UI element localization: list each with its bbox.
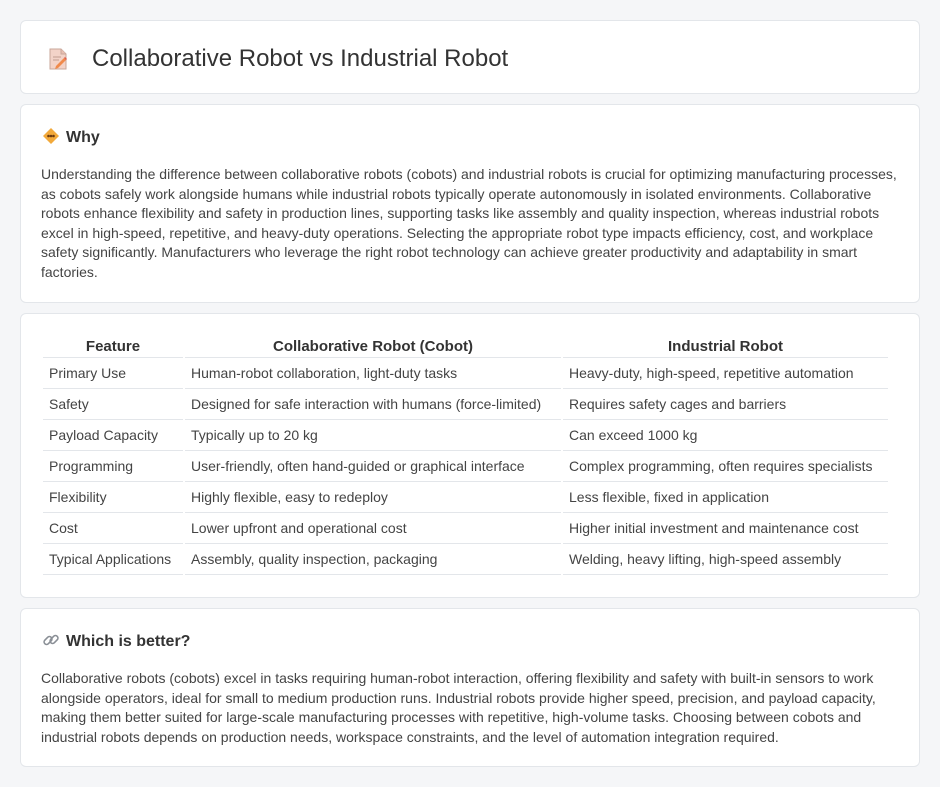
column-header-feature: Feature [43, 336, 183, 358]
table-cell: Typically up to 20 kg [185, 420, 561, 451]
which-is-better-section: Which is better? Collaborative robots (c… [20, 608, 920, 767]
table-cell: Welding, heavy lifting, high-speed assem… [563, 544, 888, 575]
table-cell: Assembly, quality inspection, packaging [185, 544, 561, 575]
link-icon [43, 634, 59, 646]
table-row: Typical Applications Assembly, quality i… [43, 544, 888, 575]
column-header-cobot: Collaborative Robot (Cobot) [185, 336, 561, 358]
comparison-table: Feature Collaborative Robot (Cobot) Indu… [41, 336, 890, 575]
column-header-industrial: Industrial Robot [563, 336, 888, 358]
title-card: Collaborative Robot vs Industrial Robot [20, 20, 920, 94]
table-cell: Programming [43, 451, 183, 482]
table-cell: Higher initial investment and maintenanc… [563, 513, 888, 544]
table-row: Programming User-friendly, often hand-gu… [43, 451, 888, 482]
table-row: Flexibility Highly flexible, easy to red… [43, 482, 888, 513]
table-row: Primary Use Human-robot collaboration, l… [43, 358, 888, 389]
why-section: Why Understanding the difference between… [20, 104, 920, 303]
document-pencil-icon [49, 48, 67, 70]
better-heading: Which is better? [42, 631, 190, 651]
table-cell: Requires safety cages and barriers [563, 389, 888, 420]
better-heading-text: Which is better? [66, 633, 191, 650]
table-header-row: Feature Collaborative Robot (Cobot) Indu… [43, 336, 888, 358]
table-cell: Primary Use [43, 358, 183, 389]
better-paragraph: Collaborative robots (cobots) excel in t… [41, 670, 876, 745]
table-cell: Flexibility [43, 482, 183, 513]
why-heading-text: Why [66, 129, 100, 146]
table-row: Cost Lower upfront and operational cost … [43, 513, 888, 544]
table-cell: Human-robot collaboration, light-duty ta… [185, 358, 561, 389]
table-cell: Heavy-duty, high-speed, repetitive autom… [563, 358, 888, 389]
table-row: Safety Designed for safe interaction wit… [43, 389, 888, 420]
table-cell: Cost [43, 513, 183, 544]
why-heading: Why [42, 127, 100, 147]
table-cell: User-friendly, often hand-guided or grap… [185, 451, 561, 482]
table-cell: Safety [43, 389, 183, 420]
comparison-table-card: Feature Collaborative Robot (Cobot) Indu… [20, 313, 920, 598]
table-cell: Payload Capacity [43, 420, 183, 451]
warning-diamond-icon [43, 128, 59, 144]
page-title: Collaborative Robot vs Industrial Robot [92, 45, 509, 72]
table-cell: Complex programming, often requires spec… [563, 451, 888, 482]
table-cell: Lower upfront and operational cost [185, 513, 561, 544]
table-cell: Less flexible, fixed in application [563, 482, 888, 513]
table-cell: Typical Applications [43, 544, 183, 575]
table-cell: Highly flexible, easy to redeploy [185, 482, 561, 513]
why-paragraph: Understanding the difference between col… [41, 166, 897, 280]
table-row: Payload Capacity Typically up to 20 kg C… [43, 420, 888, 451]
table-cell: Designed for safe interaction with human… [185, 389, 561, 420]
table-cell: Can exceed 1000 kg [563, 420, 888, 451]
